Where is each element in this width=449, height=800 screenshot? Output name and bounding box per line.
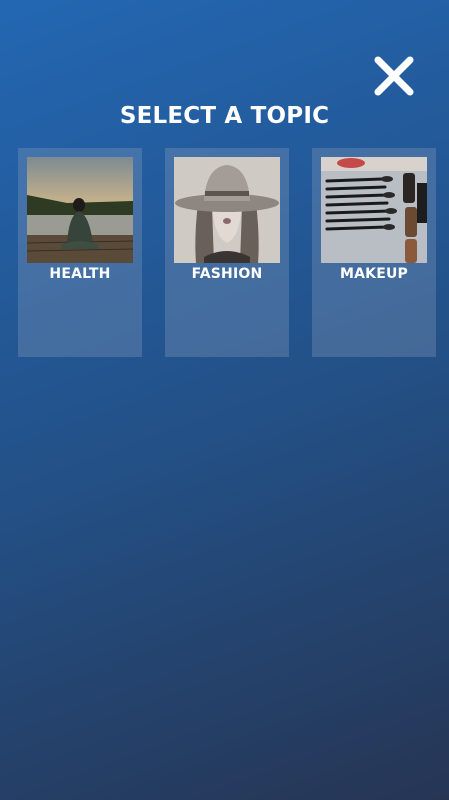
makeup-image (321, 157, 427, 263)
topic-label-makeup: MAKEUP (339, 266, 408, 282)
page-title: SELECT A TOPIC (119, 103, 330, 129)
topic-card-health[interactable]: HEALTH (18, 148, 142, 357)
close-icon (374, 56, 414, 96)
topic-card-makeup[interactable]: MAKEUP (312, 148, 436, 357)
close-button[interactable] (370, 52, 418, 100)
topic-card-fashion[interactable]: FASHION (165, 148, 289, 357)
fashion-image (174, 157, 280, 263)
topic-label-health: HEALTH (49, 266, 111, 282)
topic-label-fashion: FASHION (191, 266, 263, 282)
health-image (27, 157, 133, 263)
topic-grid: HEALTH FASHION MAKEUP (18, 148, 436, 357)
